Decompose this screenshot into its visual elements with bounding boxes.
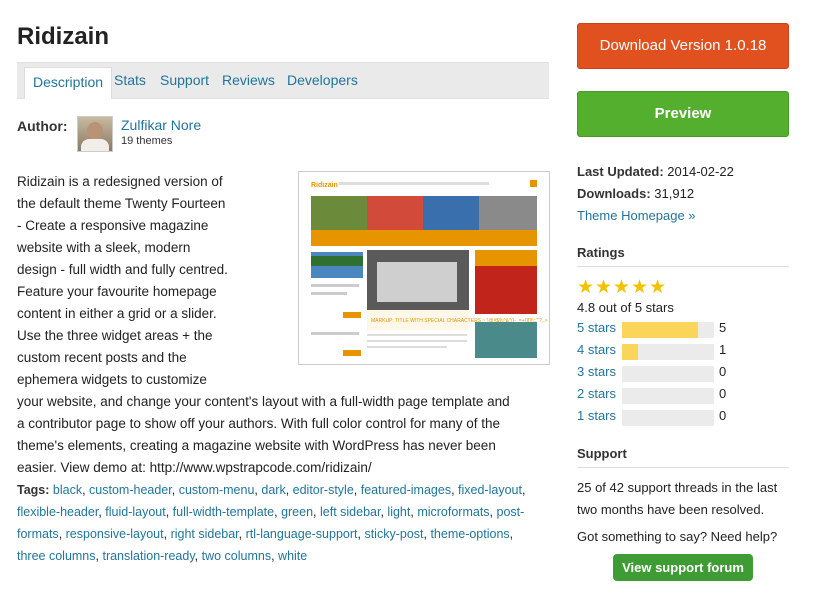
rating-bar <box>622 344 714 360</box>
tag-link[interactable]: white <box>278 549 307 563</box>
preview-button[interactable]: Preview <box>577 91 789 137</box>
tag-link[interactable]: dark <box>261 483 285 497</box>
main-content: Ridizain Description Stats Support Revie… <box>17 20 550 563</box>
tag-link[interactable]: black <box>53 483 82 497</box>
ratings-heading: Ratings <box>577 245 789 267</box>
sidebar: Download Version 1.0.18 Preview Last Upd… <box>577 23 789 581</box>
rating-bar-fill <box>622 322 699 338</box>
tag-link[interactable]: green <box>281 505 313 519</box>
star-icon: ★ <box>649 277 667 298</box>
rating-bar <box>622 388 714 404</box>
rating-count: 0 <box>719 386 727 401</box>
tag-link[interactable]: translation-ready <box>102 549 194 563</box>
tag-list: black, custom-header, custom-menu, dark,… <box>17 483 526 563</box>
rating-row: 4 stars 1 <box>577 340 789 362</box>
tag-link[interactable]: custom-header <box>89 483 172 497</box>
tag-link[interactable]: sticky-post <box>364 527 423 541</box>
theme-screenshot[interactable]: Ridizain MARKUP: TITLE WITH SPECIAL CHAR… <box>298 171 550 365</box>
rating-bar <box>622 322 714 338</box>
rating-filter-link[interactable]: 2 stars <box>577 386 616 401</box>
support-section: Support 25 of 42 support threads in the … <box>577 446 789 581</box>
star-icon: ★ <box>631 277 649 298</box>
tag-link[interactable]: light <box>387 505 410 519</box>
download-button[interactable]: Download Version 1.0.18 <box>577 23 789 69</box>
author-themes-count: 19 themes <box>121 135 173 147</box>
tag-link[interactable]: two columns <box>202 549 271 563</box>
theme-meta: Last Updated: 2014-02-22 Downloads: 31,9… <box>577 161 789 227</box>
tag-link[interactable]: left sidebar <box>320 505 380 519</box>
rating-count: 5 <box>719 320 727 335</box>
tag-link[interactable]: full-width-template <box>173 505 274 519</box>
tag-link[interactable]: theme-options <box>430 527 509 541</box>
tag-link[interactable]: fixed-layout <box>458 483 522 497</box>
rating-filter-link[interactable]: 4 stars <box>577 342 616 357</box>
star-rating: ★★★★★ <box>577 277 789 299</box>
tab-description[interactable]: Description <box>24 67 113 99</box>
tab-bar: Description Stats Support Reviews Develo… <box>17 62 549 99</box>
rating-filter-link[interactable]: 5 stars <box>577 320 616 335</box>
avatar[interactable] <box>77 116 113 152</box>
tag-link[interactable]: right sidebar <box>171 527 239 541</box>
rating-count: 1 <box>719 342 727 357</box>
theme-homepage-link[interactable]: Theme Homepage » <box>577 208 696 223</box>
rating-row: 5 stars 5 <box>577 318 789 340</box>
tags-label: Tags: <box>17 483 50 497</box>
rating-bar <box>622 366 714 382</box>
author-label: Author: <box>17 118 68 134</box>
star-icon: ★ <box>595 277 613 298</box>
screenshot-brand: Ridizain <box>311 182 338 189</box>
rating-bar-fill <box>622 344 638 360</box>
support-text: 25 of 42 support threads in the last two… <box>577 480 778 517</box>
downloads-count: Downloads: 31,912 <box>577 186 695 201</box>
tag-link[interactable]: custom-menu <box>179 483 255 497</box>
tag-link[interactable]: microformats <box>417 505 489 519</box>
ratings-section: Ratings ★★★★★ 4.8 out of 5 stars 5 stars… <box>577 245 789 428</box>
rating-row: 2 stars 0 <box>577 384 789 406</box>
rating-filter-link[interactable]: 3 stars <box>577 364 616 379</box>
tab-developers[interactable]: Developers <box>287 63 358 98</box>
last-updated: Last Updated: 2014-02-22 <box>577 164 734 179</box>
tag-link[interactable]: flexible-header <box>17 505 98 519</box>
tab-reviews[interactable]: Reviews <box>222 63 275 98</box>
tag-link[interactable]: responsive-layout <box>66 527 164 541</box>
tag-link[interactable]: editor-style <box>293 483 354 497</box>
rating-summary: 4.8 out of 5 stars <box>577 300 674 315</box>
author-name-link[interactable]: Zulfikar Nore <box>121 117 201 133</box>
rating-count: 0 <box>719 364 727 379</box>
support-heading: Support <box>577 446 789 468</box>
rating-breakdown: 5 stars 5 4 stars 1 3 stars 0 2 stars 0 1 stars 0 <box>577 318 789 428</box>
view-support-forum-button[interactable]: View support forum <box>613 554 753 581</box>
rating-row: 1 stars 0 <box>577 406 789 428</box>
star-icon: ★ <box>613 277 631 298</box>
tab-support[interactable]: Support <box>160 63 209 98</box>
star-icon: ★ <box>577 277 595 298</box>
author-block: Author: Zulfikar Nore 19 themes <box>17 116 549 176</box>
tags-block: Tags: black, custom-header, custom-menu,… <box>17 479 535 567</box>
rating-bar <box>622 410 714 426</box>
page-title: Ridizain <box>17 23 110 50</box>
tab-stats[interactable]: Stats <box>114 63 146 98</box>
tag-link[interactable]: featured-images <box>361 483 451 497</box>
tag-link[interactable]: rtl-language-support <box>246 527 358 541</box>
tag-link[interactable]: fluid-layout <box>105 505 165 519</box>
screenshot-illustration: Ridizain MARKUP: TITLE WITH SPECIAL CHAR… <box>299 172 549 364</box>
rating-row: 3 stars 0 <box>577 362 789 384</box>
rating-count: 0 <box>719 408 727 423</box>
support-question: Got something to say? Need help? <box>577 529 778 544</box>
tag-link[interactable]: three columns <box>17 549 96 563</box>
rating-filter-link[interactable]: 1 stars <box>577 408 616 423</box>
